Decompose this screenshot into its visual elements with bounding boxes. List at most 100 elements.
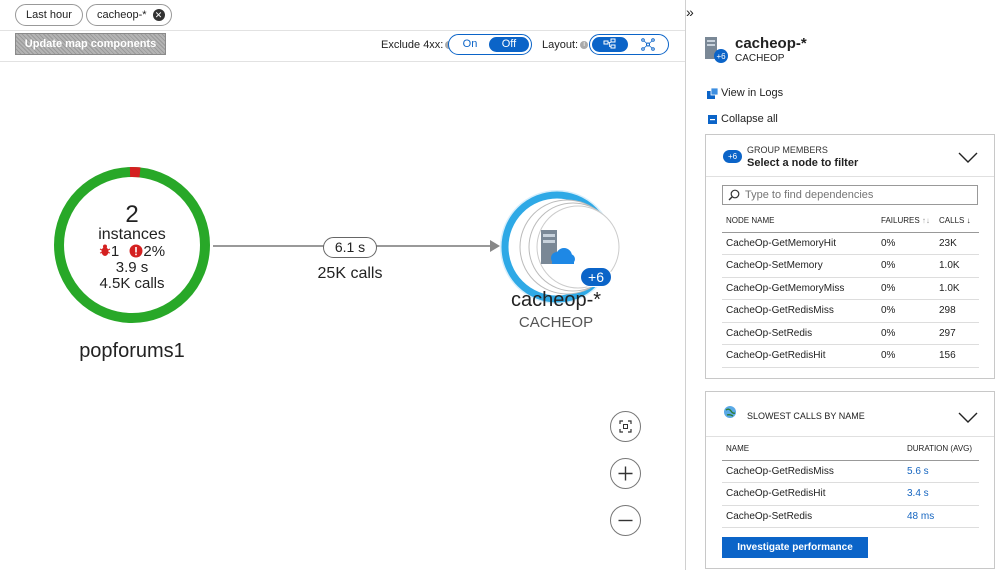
column-node-name-label: NODE NAME [726,216,775,226]
exclude-4xx-label: Exclude 4xx:i [381,39,454,51]
sort-descending-icon: ↓ [966,216,971,226]
table-header-row: NAME DURATION (AVG) [722,438,979,461]
hierarchy-layout-icon [603,38,616,49]
cell-calls: 23K [935,232,979,255]
cell-duration[interactable]: 5.6 s [903,460,979,483]
source-duration: 3.9 s [115,259,149,276]
view-in-logs-label: View in Logs [721,87,784,99]
globe-icon [724,406,736,418]
search-icon [728,189,740,201]
source-alert-count: 1 [110,243,120,260]
exclude-off-option[interactable]: Off [489,37,529,52]
map-canvas[interactable]: 2 instances 1 2% 3.9 s 4.5K calls popfor… [0,62,685,570]
table-row[interactable]: CacheOp-SetRedis 48 ms [722,505,979,528]
group-members-card: +6 GROUP MEMBERS Select a node to filter… [705,134,995,379]
cell-calls: 156 [935,344,979,368]
source-instances-label: instances [98,226,166,243]
exclude-on-option[interactable]: On [451,37,489,52]
cell-duration[interactable]: 3.4 s [903,482,979,506]
zoom-out-button[interactable] [610,505,641,536]
service-name: cacheop-* [735,35,807,52]
exclude-4xx-text: Exclude 4xx: [381,39,444,51]
slowest-calls-card: SLOWEST CALLS BY NAME NAME DURATION (AVG… [705,391,995,569]
collapse-icon [708,114,717,124]
table-row[interactable]: CacheOp-SetRedis 0% 297 [722,322,979,345]
collapse-panel-icon[interactable]: » [686,4,694,20]
time-range-pill[interactable]: Last hour [15,4,83,26]
network-layout-icon [641,38,655,51]
cell-name: CacheOp-GetRedisHit [722,482,903,506]
info-icon[interactable]: i [580,41,589,50]
fit-screen-icon [619,420,632,433]
column-failures[interactable]: FAILURES ↑↓ [877,210,935,233]
source-node-name[interactable]: popforums1 [52,340,212,363]
cell-calls: 297 [935,322,979,345]
exclude-4xx-toggle[interactable]: On Off [448,34,532,55]
panel-divider [685,0,686,570]
layout-toggle[interactable] [589,34,669,55]
cell-failures: 0% [877,299,935,323]
table-row[interactable]: CacheOp-GetMemoryMiss 0% 1.0K [722,277,979,300]
column-name-label: NAME [726,444,750,454]
cell-duration[interactable]: 48 ms [903,505,979,528]
cell-failures: 0% [877,254,935,278]
card-divider [706,176,994,177]
layout-force-option[interactable] [630,37,666,52]
plus-icon [618,466,633,481]
column-name[interactable]: NAME [722,438,903,461]
chevron-down-icon[interactable] [958,411,978,425]
filter-pill[interactable]: cacheop-* ✕ [86,4,172,26]
fit-to-screen-button[interactable] [610,411,641,442]
edge-calls-label: 25K calls [317,265,383,282]
cell-name: CacheOp-SetRedis [722,322,877,345]
table-row[interactable]: CacheOp-SetMemory 0% 1.0K [722,254,979,278]
investigate-performance-button[interactable]: Investigate performance [722,537,868,558]
error-icon [129,244,143,258]
minus-icon [618,519,633,522]
card-divider [706,436,994,437]
column-duration[interactable]: DURATION (AVG) [903,438,979,461]
table-row[interactable]: CacheOp-GetRedisHit 3.4 s [722,482,979,506]
slowest-calls-title: SLOWEST CALLS BY NAME [747,411,865,421]
cell-name: CacheOp-GetRedisMiss [722,299,877,323]
logs-icon [707,87,718,99]
cell-name: CacheOp-GetRedisHit [722,344,877,368]
filter-label: cacheop-* [97,9,147,21]
table-row[interactable]: CacheOp-GetRedisHit 0% 156 [722,344,979,368]
sort-icon: ↑↓ [921,216,930,226]
collapse-all-link[interactable]: Collapse all [707,113,778,125]
table-row[interactable]: CacheOp-GetRedisMiss 0% 298 [722,299,979,323]
edge-duration-label[interactable]: 6.1 s [323,237,377,258]
application-map-view: Last hour cacheop-* ✕ Update map compone… [0,0,1000,570]
cell-calls: 1.0K [935,254,979,278]
table-header-row: NODE NAME FAILURES ↑↓ CALLS ↓ [722,210,979,233]
cell-calls: 298 [935,299,979,323]
group-members-subtitle: Select a node to filter [747,157,859,169]
cell-failures: 0% [877,232,935,255]
column-calls[interactable]: CALLS ↓ [935,210,979,233]
chevron-down-icon[interactable] [958,151,978,165]
service-type: CACHEOP [735,53,785,64]
group-members-table: NODE NAME FAILURES ↑↓ CALLS ↓ CacheOp-Ge… [722,210,979,368]
update-map-components-button[interactable]: Update map components [15,33,166,55]
target-node-name[interactable]: cacheop-* [476,289,636,312]
layout-hierarchical-option[interactable] [592,37,628,52]
column-node-name[interactable]: NODE NAME [722,210,877,233]
view-in-logs-link[interactable]: View in Logs [707,87,783,99]
cell-name: CacheOp-GetMemoryMiss [722,277,877,300]
layout-label: Layout: i [542,39,589,51]
column-calls-label: CALLS [939,216,965,226]
table-row[interactable]: CacheOp-GetRedisMiss 5.6 s [722,460,979,483]
zoom-in-button[interactable] [610,458,641,489]
remove-filter-icon[interactable]: ✕ [152,9,165,21]
column-failures-label: FAILURES [881,216,920,226]
slowest-calls-table: NAME DURATION (AVG) CacheOp-GetRedisMiss… [722,438,979,528]
dependency-search-input[interactable] [722,185,978,205]
group-count-badge[interactable]: +6 [580,267,612,287]
layout-text: Layout: [542,39,579,51]
source-failure-rate: 2% [143,243,166,260]
cell-name: CacheOp-GetRedisMiss [722,460,903,483]
table-row[interactable]: CacheOp-GetMemoryHit 0% 23K [722,232,979,255]
target-node-type: CACHEOP [518,314,594,331]
service-cache-icon: +6 [705,37,728,63]
